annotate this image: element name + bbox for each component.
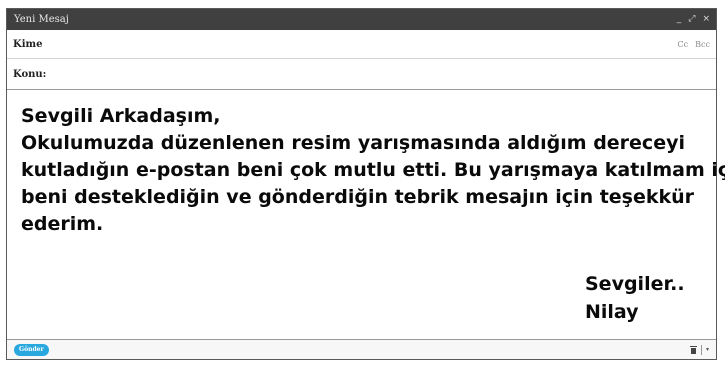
window-controls: _ ⤢ × bbox=[677, 15, 710, 24]
signature: Sevgiler.. Nilay bbox=[585, 270, 685, 326]
body-line: kutladığın e-postan beni çok mutlu etti.… bbox=[21, 159, 725, 181]
minimize-icon[interactable]: _ bbox=[677, 15, 682, 24]
send-button[interactable]: Gönder bbox=[14, 343, 49, 356]
close-icon[interactable]: × bbox=[702, 15, 710, 24]
greeting-line: Sevgili Arkadaşım, bbox=[21, 105, 221, 127]
compose-window: Yeni Mesaj _ ⤢ × Kime Cc Bcc Konu: Sevgi… bbox=[6, 8, 725, 360]
cc-bcc-links: Cc Bcc bbox=[678, 40, 710, 49]
compose-titlebar: Yeni Mesaj _ ⤢ × bbox=[7, 9, 716, 30]
bcc-link[interactable]: Bcc bbox=[695, 40, 710, 49]
trash-icon[interactable] bbox=[689, 345, 697, 354]
footer-tools: ▾ bbox=[689, 344, 709, 355]
body-line: Okulumuzda düzenlenen resim yarışmasında… bbox=[21, 132, 685, 154]
expand-icon[interactable]: ⤢ bbox=[688, 15, 695, 24]
subject-field[interactable]: Konu: bbox=[7, 59, 716, 90]
message-body[interactable]: Sevgili Arkadaşım, Okulumuzda düzenlenen… bbox=[7, 90, 725, 339]
body-line: beni desteklediğin ve gönderdiğin tebrik… bbox=[21, 186, 695, 208]
signature-name: Nilay bbox=[585, 301, 639, 323]
to-label: Kime bbox=[13, 38, 43, 50]
tool-divider bbox=[700, 344, 702, 355]
to-field[interactable]: Kime Cc Bcc bbox=[7, 30, 716, 59]
signature-closing: Sevgiler.. bbox=[585, 273, 685, 295]
window-title: Yeni Mesaj bbox=[14, 14, 69, 25]
chevron-down-icon[interactable]: ▾ bbox=[706, 346, 709, 353]
subject-label: Konu: bbox=[13, 68, 47, 80]
compose-footer: Gönder ▾ bbox=[7, 339, 716, 359]
body-line: ederim. bbox=[21, 213, 104, 235]
cc-link[interactable]: Cc bbox=[678, 40, 689, 49]
